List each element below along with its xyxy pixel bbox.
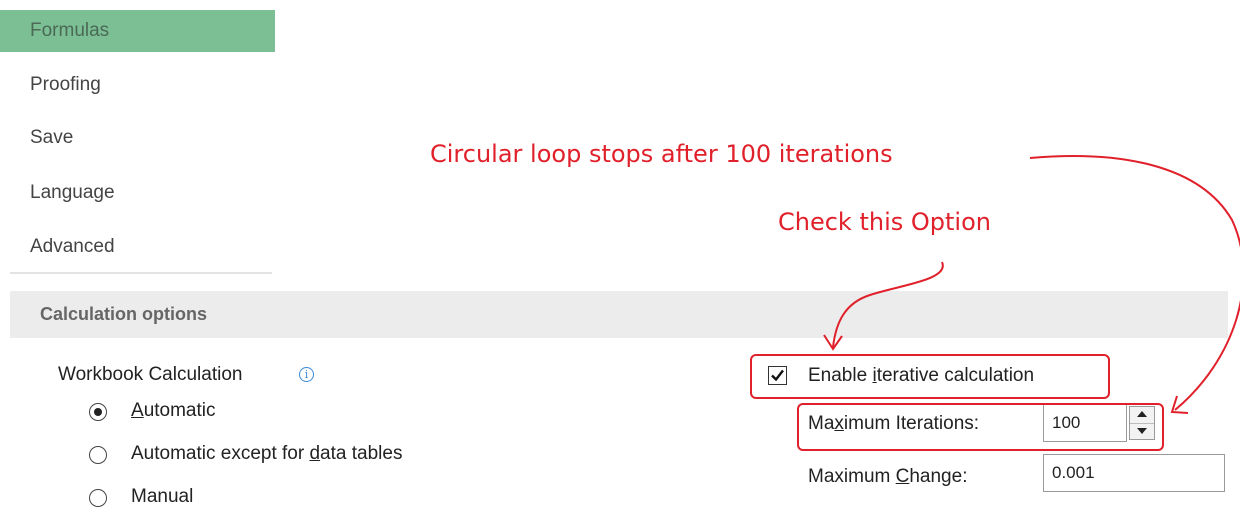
arrow-to-checkbox [832,261,944,348]
annotation-arrows [823,155,1240,414]
arrow-to-max-iterations [1029,155,1240,411]
